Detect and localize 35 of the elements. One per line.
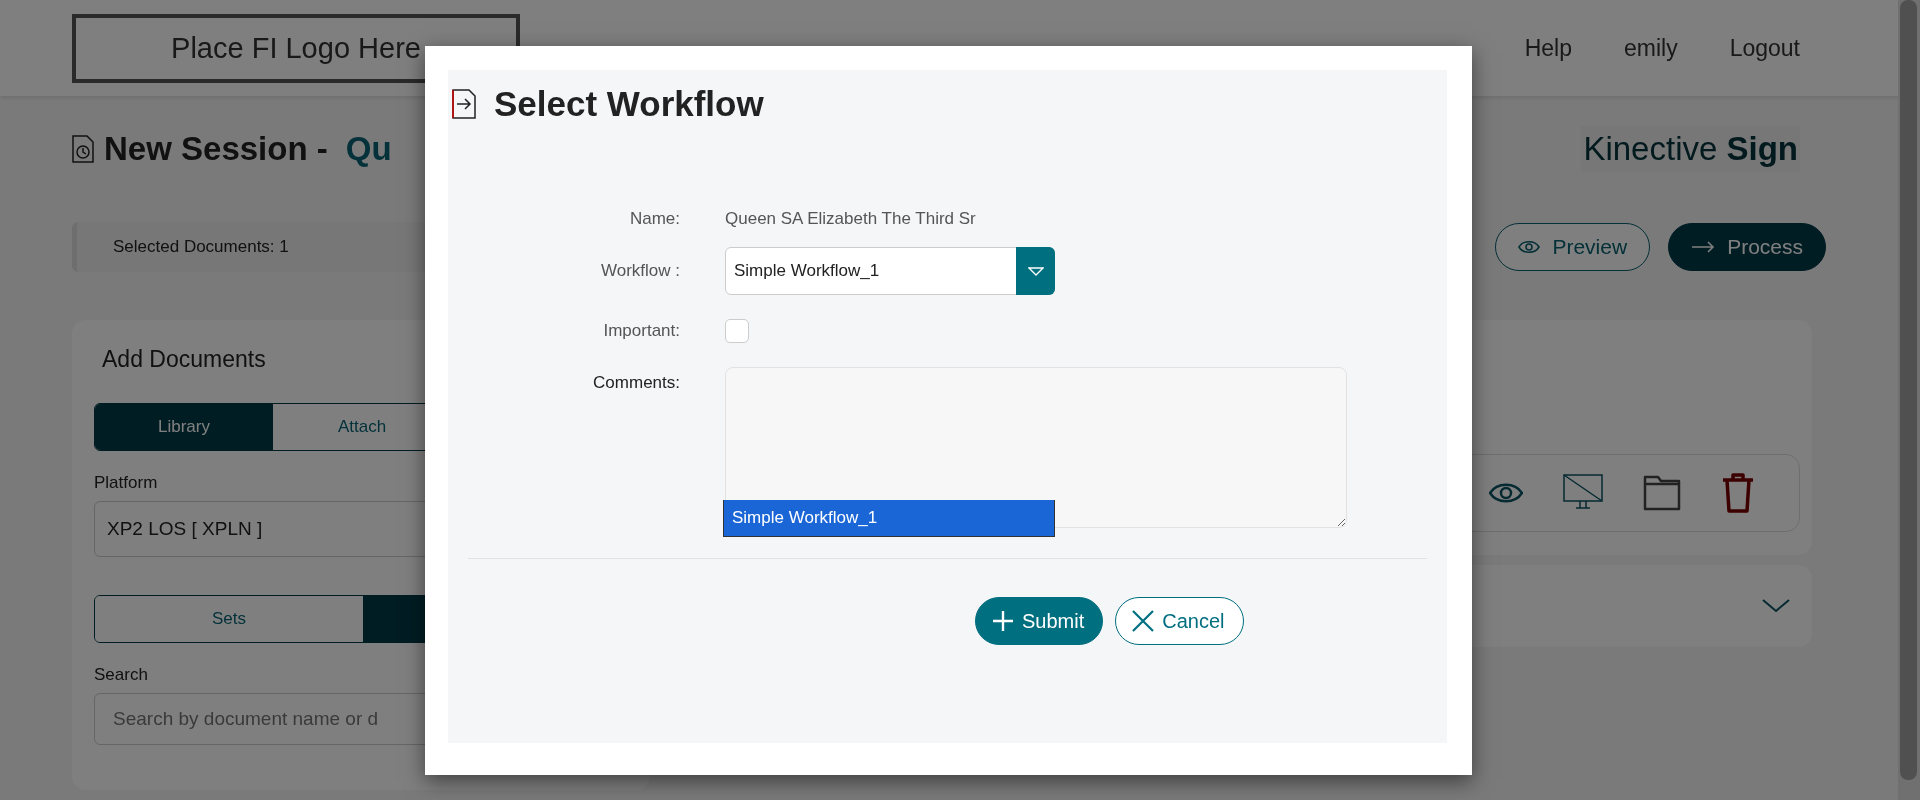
chevron-down-icon[interactable] [1762,599,1790,613]
process-button[interactable]: Process [1668,223,1826,271]
nav-link[interactable]: emily [1623,34,1678,62]
close-icon [1132,610,1155,632]
caret-down-icon [1027,266,1044,276]
eye-icon[interactable] [1489,482,1523,504]
nav-link[interactable]: Help [1524,34,1572,62]
nav-link[interactable]: Logout [1729,34,1800,62]
field-label: Comments: [593,373,680,393]
document-history-icon [72,135,94,163]
field-label: Platform [94,473,159,493]
name-value: Queen SA Elizabeth The Third Sr [725,208,977,230]
logo-text: Place FI Logo Here [171,31,421,65]
important-checkbox[interactable] [725,319,749,343]
dropdown-option[interactable]: Simple Workflow_1 [724,500,1054,536]
folder-icon[interactable] [1643,474,1681,512]
card-title: Add Documents [102,346,267,373]
document-arrow-icon [452,89,476,119]
tab[interactable]: Library [95,404,273,450]
field-label: Search [94,665,149,685]
plus-icon [992,610,1014,632]
preview-button[interactable]: Preview [1495,223,1651,271]
cancel-button[interactable]: Cancel [1115,597,1244,645]
arrow-right-icon [1691,241,1716,253]
monitor-off-icon[interactable] [1563,474,1603,512]
page-title: New Session - [104,130,328,168]
trash-icon[interactable] [1721,473,1755,513]
eye-icon [1518,240,1541,254]
dialog-title: Select Workflow [494,84,764,124]
field-label: Name: [629,209,680,229]
scrollbar-thumb[interactable] [1900,0,1917,780]
field-label: Important: [603,321,680,341]
submit-button[interactable]: Submit [975,597,1104,645]
session-name: Qu [345,130,392,168]
workflow-select[interactable]: Simple Workflow_1 [725,247,1055,295]
